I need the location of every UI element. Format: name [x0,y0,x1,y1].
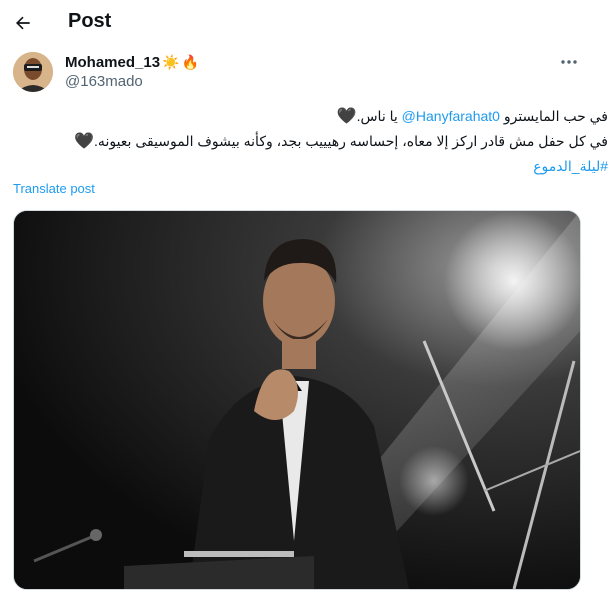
arrow-left-icon [16,16,30,30]
post-line-1-prefix: في حب المايسترو [499,108,608,124]
author-block: Mohamed_13 ☀️ 🔥 @163mado [65,52,199,91]
concert-photo [14,211,580,589]
black-heart-emoji-icon: 🖤 [336,108,357,125]
mention-link[interactable]: @Hanyfarahat0 [402,108,500,124]
user-handle[interactable]: @163mado [65,73,199,90]
post-line-3: #ليلة_الدموع [14,154,608,179]
more-options-button[interactable] [556,51,582,73]
post-text: في حب المايسترو @Hanyfarahat0 يا ناس.🖤 ف… [14,104,608,179]
back-button[interactable] [6,6,40,40]
sun-emoji-icon: ☀️ [162,53,180,70]
post-media-image[interactable] [13,210,581,590]
display-name[interactable]: Mohamed_13 ☀️ 🔥 [65,52,199,72]
black-heart-emoji-icon: 🖤 [74,133,95,150]
post-line-2-text: في كل حفل مش قادر اركز إلا معاه، إحساسه … [94,133,608,149]
post-line-1: في حب المايسترو @Hanyfarahat0 يا ناس.🖤 [14,104,608,129]
fire-emoji-icon: 🔥 [181,53,199,70]
avatar-image [13,52,53,92]
post-line-2: في كل حفل مش قادر اركز إلا معاه، إحساسه … [14,129,608,154]
hashtag-link[interactable]: #ليلة_الدموع [533,158,608,174]
more-dots-icon [561,60,577,64]
avatar[interactable] [13,52,53,92]
translate-post-link[interactable]: Translate post [13,181,95,196]
post-line-1-suffix: يا ناس. [356,108,402,124]
display-name-text: Mohamed_13 [65,53,161,71]
top-bar: Post [0,0,609,46]
page-title: Post [68,10,112,32]
